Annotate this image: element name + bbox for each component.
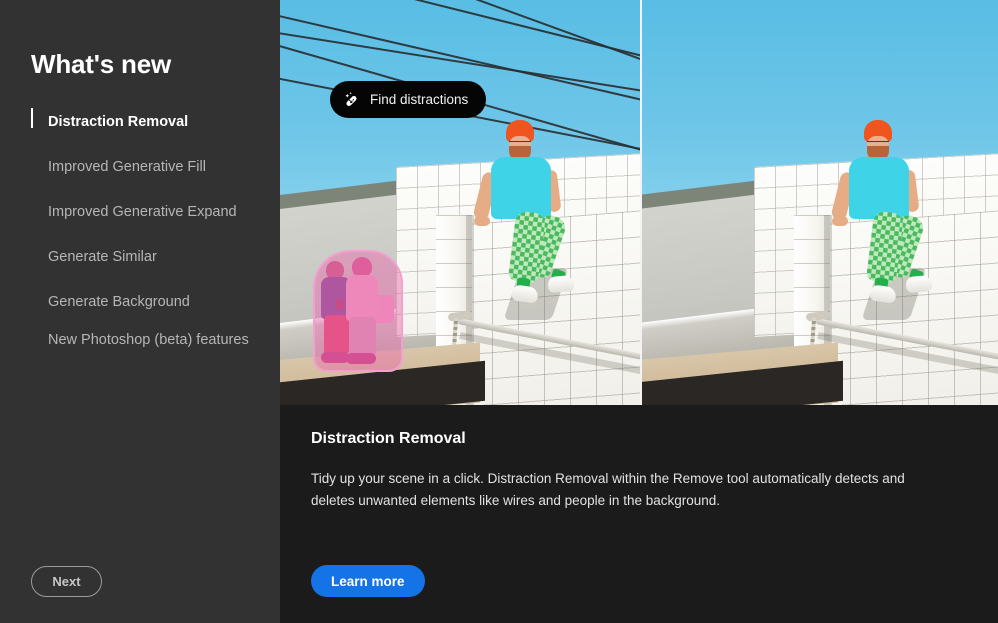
tshirt	[491, 157, 551, 219]
feature-title: Distraction Removal	[311, 430, 466, 447]
photo-scene-after	[642, 0, 998, 405]
sidebar-item-label: Generate Similar	[48, 248, 157, 265]
find-distractions-label: Find distractions	[370, 92, 469, 107]
sidebar-item-distraction-removal[interactable]: Distraction Removal	[0, 106, 280, 138]
tshirt	[849, 157, 909, 219]
learn-more-button[interactable]: Learn more	[311, 565, 425, 597]
after-image	[642, 0, 998, 405]
glasses-icon	[867, 141, 889, 145]
healing-brush-icon	[344, 91, 361, 108]
sidebar: What's new Distraction Removal Improved …	[0, 0, 280, 623]
sidebar-item-improved-generative-fill[interactable]: Improved Generative Fill	[0, 151, 280, 183]
before-after-comparison: Find distractions	[280, 0, 998, 405]
sidebar-item-label: New Photoshop (beta) features	[48, 332, 249, 348]
sidebar-item-label: Generate Background	[48, 293, 190, 310]
left-hand	[474, 216, 490, 226]
active-indicator-bar	[31, 108, 33, 128]
sidebar-item-label: Distraction Removal	[48, 113, 189, 130]
distraction-people-selection[interactable]	[313, 250, 403, 372]
seated-person	[472, 120, 596, 310]
sidebar-item-new-photoshop-beta-features[interactable]: New Photoshop (beta) features	[0, 331, 280, 363]
left-hand	[832, 216, 848, 226]
whats-new-dialog: What's new Distraction Removal Improved …	[0, 0, 998, 623]
power-line-icon	[389, 0, 640, 74]
power-line-icon	[469, 0, 640, 87]
sidebar-item-label: Improved Generative Expand	[48, 203, 237, 220]
sidebar-nav: Distraction Removal Improved Generative …	[0, 106, 280, 376]
content-panel: Find distractions Distraction Removal Ti…	[280, 0, 998, 623]
glasses-icon	[509, 141, 531, 145]
seated-person	[830, 120, 954, 310]
feature-info: Distraction Removal Tidy up your scene i…	[311, 430, 951, 512]
sneaker-front	[511, 284, 539, 304]
sidebar-item-improved-generative-expand[interactable]: Improved Generative Expand	[0, 196, 280, 228]
feature-description: Tidy up your scene in a click. Distracti…	[311, 471, 905, 508]
before-image: Find distractions	[280, 0, 640, 405]
sneaker-back	[547, 274, 575, 294]
sidebar-item-generate-background[interactable]: Generate Background	[0, 286, 280, 318]
photo-scene-before	[280, 0, 640, 405]
sneaker-back	[905, 274, 933, 294]
sidebar-item-generate-similar[interactable]: Generate Similar	[0, 241, 280, 273]
find-distractions-button[interactable]: Find distractions	[330, 81, 487, 118]
selection-outline	[313, 250, 403, 372]
next-button[interactable]: Next	[31, 566, 102, 597]
sneaker-front	[869, 284, 897, 304]
page-title: What's new	[31, 49, 171, 79]
sidebar-item-label: Improved Generative Fill	[48, 158, 206, 175]
